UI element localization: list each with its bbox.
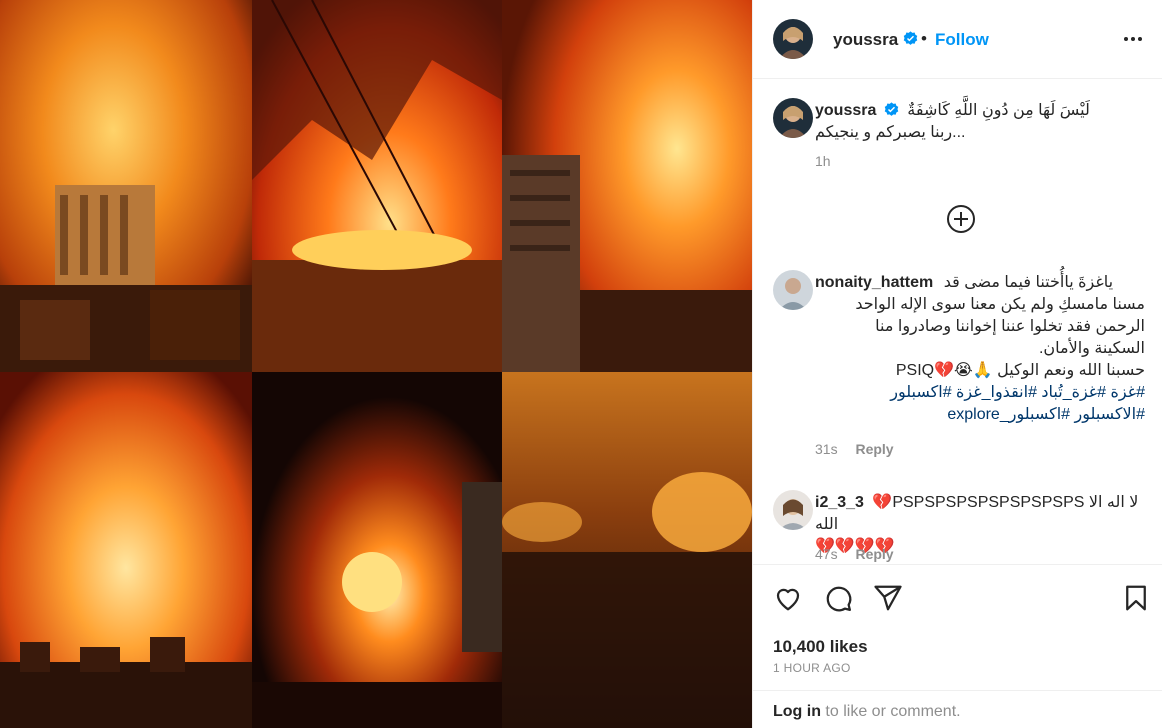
caption-timestamp: 1h: [815, 153, 831, 169]
collage-photo-4: [0, 372, 252, 728]
comment-1: nonaity_hattem ياغزةَ ياأُختنا فيما مضى …: [815, 272, 1145, 426]
caption: youssra لَيْسَ لَهَا مِن دُونِ اللَّهِ ك…: [815, 100, 1145, 144]
collage-photo-6: [502, 372, 752, 728]
login-prompt: Log in to like or comment.: [753, 690, 1162, 728]
instagram-post-view: youssra • Follow youssra لَيْسَ لَهَا مِ…: [0, 0, 1162, 728]
comment-username[interactable]: nonaity_hattem: [815, 274, 933, 291]
comment-username[interactable]: i2_3_3: [815, 494, 864, 511]
verified-badge-icon: [884, 102, 899, 116]
comment-time: 47s: [815, 546, 838, 562]
caption-text-line1: لَيْسَ لَهَا مِن دُونِ اللَّهِ كَاشِفَةٌ: [907, 102, 1090, 119]
login-prompt-text: to like or comment.: [820, 703, 961, 720]
author-username[interactable]: youssra: [833, 30, 898, 50]
bookmark-icon[interactable]: [1121, 583, 1151, 613]
likes-count[interactable]: 10,400 likes: [773, 637, 868, 657]
caption-text-line2: ربنا يصبركم و ينجيكم...: [815, 124, 966, 141]
comment-text-line: حسبنا الله ونعم الوكيل 🙏😭💔PSIQ: [895, 362, 1145, 379]
comment-meta: 47s Reply: [815, 546, 894, 562]
comment-hashtags[interactable]: #الاكسبلور #اكسبلور_explore: [815, 404, 1145, 426]
more-horizontal-icon[interactable]: [1121, 27, 1145, 51]
collage-photo-3: [502, 0, 752, 372]
comment-bubble-icon[interactable]: [823, 583, 853, 613]
comment-text-line: مسنا مامسكِ ولم يكن معنا سوى الإله الواح…: [855, 296, 1145, 313]
comment-text-line: ياغزةَ ياأُختنا فيما مضى قد: [943, 274, 1114, 291]
heart-outline-icon[interactable]: [773, 583, 803, 613]
comment-meta: 31s Reply: [815, 441, 894, 457]
follow-button[interactable]: Follow: [935, 30, 989, 50]
post-time-ago: 1 HOUR AGO: [773, 661, 851, 675]
comment-text-line: 💔PSPSPSPSPSPSPSPSPS لا اله الا الله: [815, 494, 1139, 533]
caption-author-avatar[interactable]: [773, 98, 813, 138]
post-actions: 10,400 likes 1 HOUR AGO: [753, 564, 1162, 690]
login-link[interactable]: Log in: [773, 703, 821, 720]
collage-photo-2: [252, 0, 502, 372]
comment-text-line: الرحمن فقد تخلوا عننا إخواننا وصادروا من…: [875, 318, 1145, 335]
caption-username[interactable]: youssra: [815, 102, 876, 119]
paper-plane-icon[interactable]: [873, 583, 903, 613]
collage-photo-1: [0, 0, 252, 372]
comments-section[interactable]: youssra لَيْسَ لَهَا مِن دُونِ اللَّهِ ك…: [753, 80, 1162, 564]
commenter-avatar[interactable]: [773, 270, 813, 310]
collage-photo-5: [252, 372, 502, 728]
comment-time: 31s: [815, 441, 838, 457]
post-image-collage[interactable]: [0, 0, 752, 728]
post-header: youssra • Follow: [753, 0, 1162, 79]
post-details-panel: youssra • Follow youssra لَيْسَ لَهَا مِ…: [752, 0, 1162, 728]
header-separator: •: [921, 29, 927, 48]
plus-circle-icon[interactable]: [946, 204, 976, 234]
commenter-avatar[interactable]: [773, 490, 813, 530]
reply-button[interactable]: Reply: [855, 441, 893, 457]
verified-badge-icon: [900, 31, 918, 49]
comment-hashtags[interactable]: #غزة #غزة_تُباد #انقذوا_غزة #اكسبلور: [815, 382, 1145, 404]
reply-button[interactable]: Reply: [855, 546, 893, 562]
author-avatar[interactable]: [773, 19, 813, 59]
comment-text-line: السكينة والأمان.: [1038, 340, 1145, 357]
